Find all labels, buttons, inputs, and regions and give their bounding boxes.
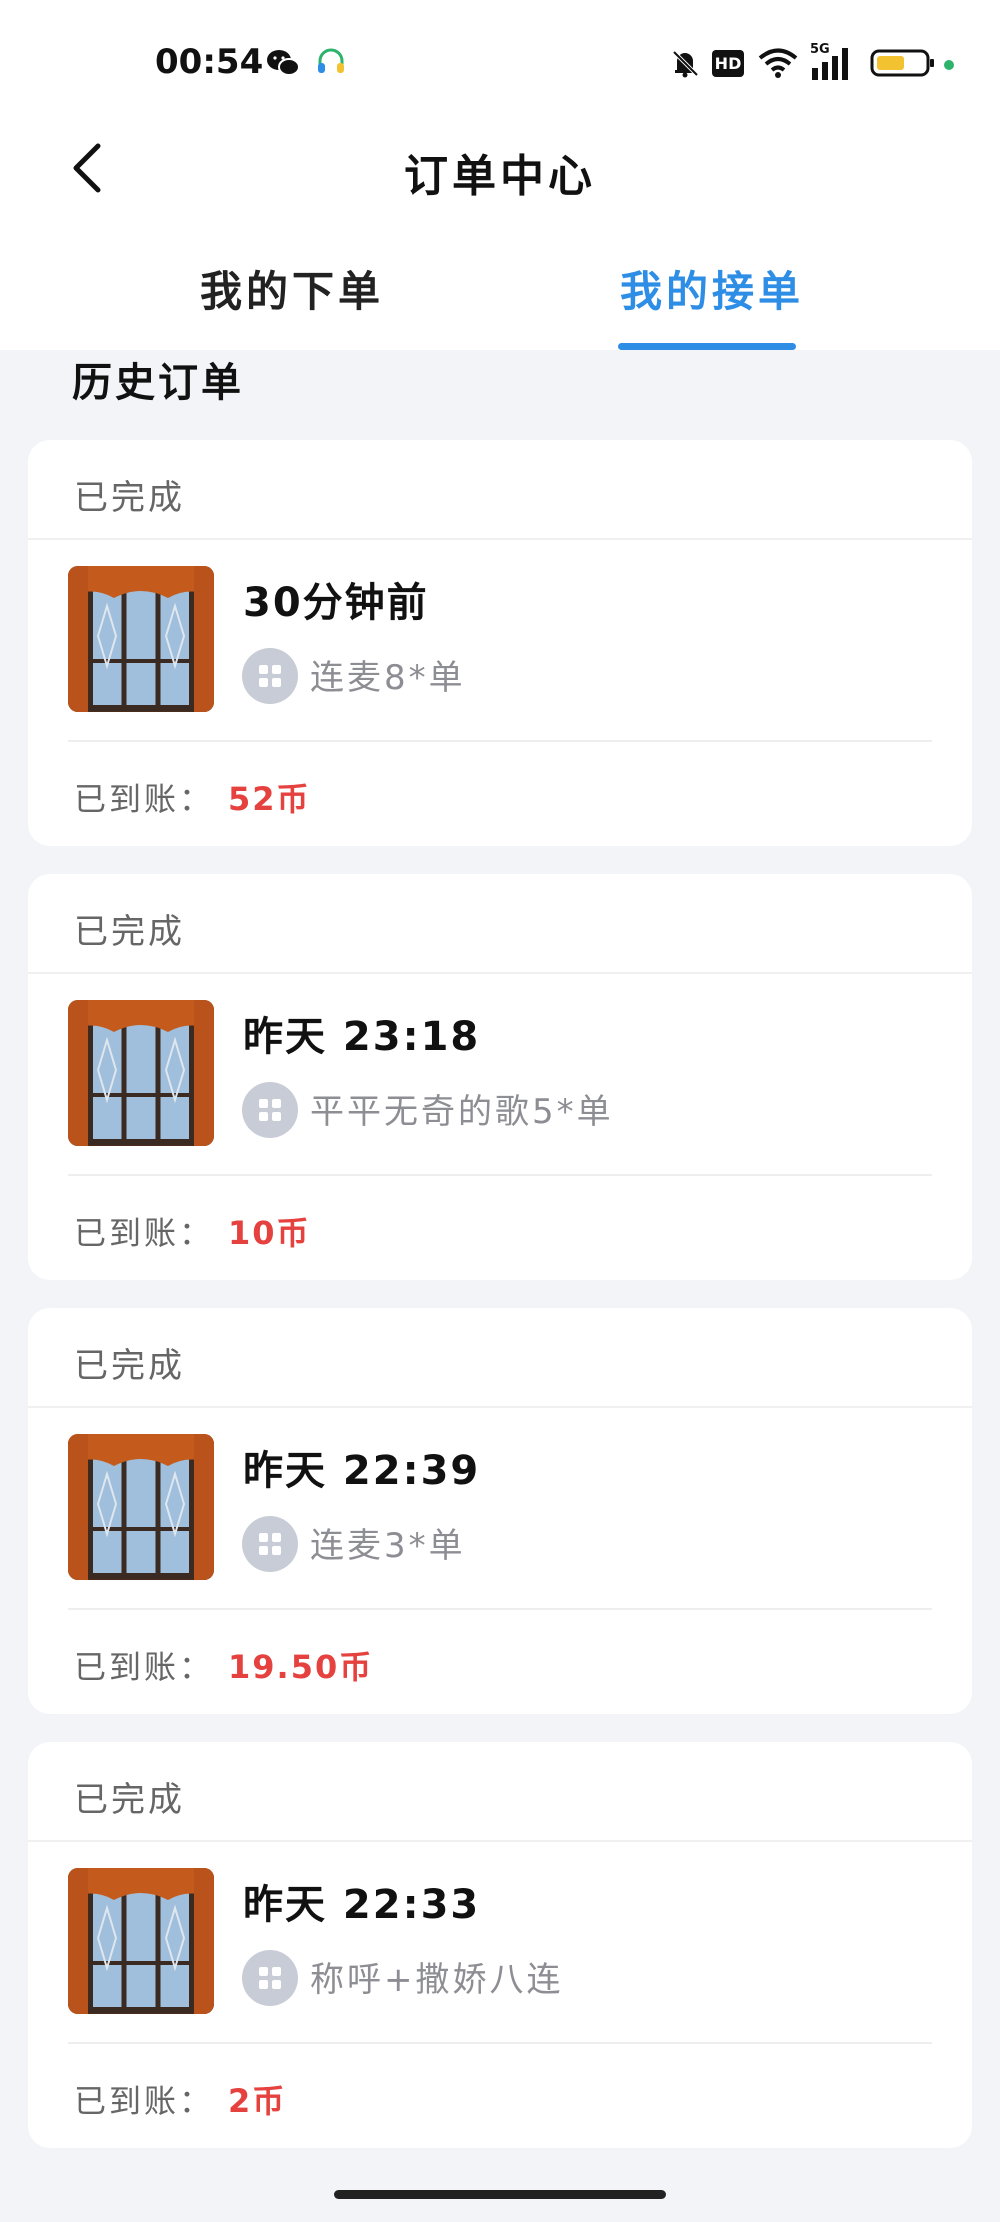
battery-icon bbox=[868, 46, 938, 80]
grid-icon bbox=[242, 648, 298, 704]
divider bbox=[28, 1406, 972, 1408]
paid-amount: 19.50币 bbox=[228, 1648, 374, 1686]
tab-my-orders[interactable]: 我的下单 bbox=[200, 258, 384, 319]
divider bbox=[68, 1608, 932, 1610]
order-time: 昨天 23:18 bbox=[243, 1014, 481, 1060]
hd-icon: HD bbox=[711, 46, 745, 80]
signal-5g-icon: 5G bbox=[810, 42, 856, 80]
order-status: 已完成 bbox=[74, 1346, 185, 1386]
section-title: 历史订单 bbox=[72, 360, 244, 406]
order-card[interactable]: 已完成 30分钟前 连麦8*单 已到账： 52币 bbox=[28, 440, 972, 846]
order-item-name: 称呼+撒娇八连 bbox=[310, 1960, 564, 2000]
home-indicator[interactable] bbox=[334, 2190, 666, 2199]
grid-icon bbox=[242, 1950, 298, 2006]
paid-label: 已到账： bbox=[74, 2082, 215, 2120]
status-bar: 00:54 HD 5G bbox=[0, 0, 1000, 130]
order-time: 昨天 22:39 bbox=[243, 1448, 481, 1494]
divider bbox=[68, 2042, 932, 2044]
wechat-icon bbox=[265, 46, 301, 80]
order-time: 昨天 22:33 bbox=[243, 1882, 481, 1928]
order-card[interactable]: 已完成 昨天 22:33 称呼+撒娇八连 已到账： 2币 bbox=[28, 1742, 972, 2148]
order-time: 30分钟前 bbox=[243, 580, 429, 626]
divider bbox=[28, 1840, 972, 1842]
wifi-icon bbox=[756, 46, 800, 80]
paid-amount: 10币 bbox=[228, 1214, 311, 1252]
headset-icon bbox=[314, 46, 348, 80]
order-status: 已完成 bbox=[74, 1780, 185, 1820]
paid-amount: 2币 bbox=[228, 2082, 287, 2120]
divider bbox=[68, 1174, 932, 1176]
divider bbox=[68, 740, 932, 742]
charging-dot bbox=[944, 60, 954, 70]
order-item-name: 平平无奇的歌5*单 bbox=[310, 1092, 614, 1132]
paid-amount: 52币 bbox=[228, 780, 311, 818]
order-status: 已完成 bbox=[74, 478, 185, 518]
status-time: 00:54 bbox=[155, 42, 264, 82]
order-thumbnail bbox=[68, 1868, 214, 2014]
order-thumbnail bbox=[68, 566, 214, 712]
paid-label: 已到账： bbox=[74, 1214, 215, 1252]
mute-bell-icon bbox=[668, 46, 702, 80]
order-item-name: 连麦3*单 bbox=[310, 1526, 466, 1566]
paid-label: 已到账： bbox=[74, 1648, 215, 1686]
grid-icon bbox=[242, 1516, 298, 1572]
order-status: 已完成 bbox=[74, 912, 185, 952]
page-title: 订单中心 bbox=[404, 151, 596, 202]
order-card[interactable]: 已完成 昨天 22:39 连麦3*单 已到账： 19.50币 bbox=[28, 1308, 972, 1714]
grid-icon bbox=[242, 1082, 298, 1138]
paid-label: 已到账： bbox=[74, 780, 215, 818]
divider bbox=[28, 972, 972, 974]
order-thumbnail bbox=[68, 1434, 214, 1580]
divider bbox=[28, 538, 972, 540]
tab-my-accepted[interactable]: 我的接单 bbox=[620, 258, 804, 319]
order-item-name: 连麦8*单 bbox=[310, 658, 466, 698]
order-card[interactable]: 已完成 昨天 23:18 平平无奇的歌5*单 已到账： 10币 bbox=[28, 874, 972, 1280]
order-thumbnail bbox=[68, 1000, 214, 1146]
active-tab-indicator bbox=[618, 343, 796, 350]
